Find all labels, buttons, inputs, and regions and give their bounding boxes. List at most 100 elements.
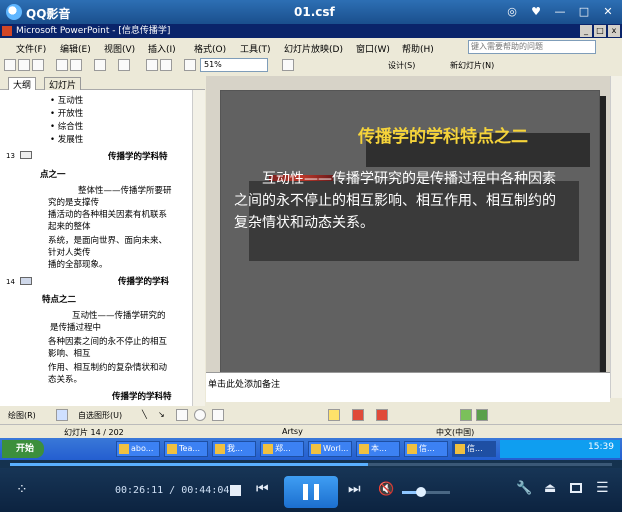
status-slide-info: 幻灯片 14 / 202 <box>64 428 124 437</box>
oval-icon <box>194 409 206 421</box>
menu-icon[interactable]: ☰ <box>596 480 609 496</box>
open-icon <box>18 59 30 71</box>
cut-icon <box>94 59 106 71</box>
screen-icon[interactable] <box>570 483 582 493</box>
outline-slide-title: 传播学的学科特 <box>108 152 168 162</box>
pause-icon-bar <box>314 484 319 500</box>
slide-title: 传播学的学科特点之二 <box>358 127 528 147</box>
menu-file: 文件(F) <box>16 45 47 55</box>
menu-window: 窗口(W) <box>356 45 390 55</box>
powerpoint-icon <box>2 26 12 36</box>
outline-text: 整体性——传播学所要研 <box>78 186 172 196</box>
outline-text: 是传播过程中 <box>50 323 102 333</box>
pause-icon <box>303 484 308 500</box>
outline-slide-title: 特点之二 <box>42 295 77 305</box>
time-display: 00:26:11 / 00:44:04 <box>115 485 230 496</box>
font-color-icon <box>376 409 388 421</box>
maximize-icon[interactable]: □ <box>576 4 592 20</box>
slide-thumbnail-icon <box>20 277 32 285</box>
line-color-icon <box>352 409 364 421</box>
menu-format: 格式(O) <box>194 45 227 55</box>
drawing-toolbar: 绘图(R) 自选图形(U) ╲ ↘ <box>0 406 622 424</box>
video-frame: Microsoft PowerPoint - [信息传播学] _ □ x 文件(… <box>0 24 622 460</box>
stop-icon[interactable] <box>230 485 241 496</box>
wrench-icon[interactable]: 🔧 <box>516 481 532 496</box>
taskbar-item: 郑... <box>260 441 304 457</box>
player-file-name: 01.csf <box>294 5 335 19</box>
ppt-title-bar: Microsoft PowerPoint - [信息传播学] _ □ x <box>0 24 622 38</box>
arrow-icon: ↘ <box>158 410 165 419</box>
outline-slide-title: 传播学的学科 <box>118 277 170 287</box>
minimize-icon[interactable]: — <box>552 4 568 20</box>
outline-text: 态关系。 <box>48 375 83 385</box>
help-icon <box>282 59 294 71</box>
feet-icon[interactable]: ⁘ <box>16 482 28 498</box>
outline-text: 起来的整体 <box>48 222 91 232</box>
seek-bar[interactable] <box>10 463 612 466</box>
eject-icon[interactable]: ⏏ <box>544 481 556 496</box>
outline-bullet: • 综合性 <box>50 122 84 132</box>
draw-menu: 绘图(R) <box>8 411 36 420</box>
close-icon[interactable]: ✕ <box>600 4 616 20</box>
slide-scrollbar <box>610 76 622 398</box>
outline-tabs: 大纲 幻灯片 <box>0 76 205 91</box>
new-slide-button: 新幻灯片(N) <box>450 61 495 70</box>
chat-icon[interactable]: ◎ <box>504 4 520 20</box>
help-search-box: 键入需要帮助的问题 <box>468 40 596 54</box>
tab-outline: 大纲 <box>8 77 37 91</box>
notes-pane: 单击此处添加备注 <box>206 372 610 402</box>
status-design: Artsy <box>282 427 303 436</box>
next-icon[interactable]: ⏭ <box>348 481 361 497</box>
slide-number: 13 <box>6 152 15 160</box>
outline-slide-title: 传播学的学科特 <box>112 392 172 402</box>
line-icon: ╲ <box>142 410 147 419</box>
table-icon <box>160 59 172 71</box>
outline-text: 究的是支撑传 <box>48 198 100 208</box>
chart-icon <box>146 59 158 71</box>
tab-slides: 幻灯片 <box>44 77 82 91</box>
outline-bullet: • 发展性 <box>50 135 84 145</box>
slide-number: 14 <box>6 278 15 286</box>
player-controls: ⁘ 00:26:11 / 00:44:04 ⏮ ⏭ 🔇 🔧 ⏏ ☰ <box>0 468 622 512</box>
menu-slideshow: 幻灯片放映(D) <box>284 45 343 55</box>
volume-muted-icon[interactable]: 🔇 <box>378 482 394 497</box>
grid-icon <box>184 59 196 71</box>
ppt-menu-bar: 文件(F) 编辑(E) 视图(V) 插入(I) 格式(O) 工具(T) 幻灯片放… <box>0 38 622 56</box>
volume-knob[interactable] <box>416 487 427 497</box>
taskbar-item: Tea... <box>164 441 208 457</box>
prev-icon[interactable]: ⏮ <box>256 481 269 497</box>
windows-taskbar: 开始 abo... Tea... 我... 郑... Worl... 本... … <box>0 438 622 460</box>
taskbar-item: Worl... <box>308 441 352 457</box>
taskbar-item: 本... <box>356 441 400 457</box>
ppt-status-bar: 幻灯片 14 / 202 Artsy 中文(中国) <box>0 424 622 438</box>
taskbar-item: 信... <box>404 441 448 457</box>
fill-color-icon <box>328 409 340 421</box>
slide-pane: 传播学的学科特点之二 互动性——传播学研究的是传播过程中各种因素之间的永不停止的… <box>206 76 610 398</box>
pause-button[interactable] <box>284 476 338 508</box>
outline-bullet: • 互动性 <box>50 96 84 106</box>
status-language: 中文(中国) <box>436 428 475 437</box>
ppt-window-title: Microsoft PowerPoint - [信息传播学] <box>16 26 171 36</box>
outline-pane: • 互动性 • 开放性 • 综合性 • 发展性 13 传播学的学科特 点之一 整… <box>0 90 205 414</box>
menu-edit: 编辑(E) <box>60 45 91 55</box>
skin-icon[interactable]: ♥ <box>528 4 544 20</box>
shadow-icon <box>460 409 472 421</box>
screen: QQ影音 01.csf ◎ ♥ — □ ✕ Microsoft PowerPoi… <box>0 0 622 512</box>
outline-scrollbar <box>192 90 205 414</box>
menu-tools: 工具(T) <box>240 45 271 55</box>
menu-view: 视图(V) <box>104 45 136 55</box>
taskbar-item: abo... <box>116 441 160 457</box>
seek-area <box>0 460 622 468</box>
outline-text: 作用、相互制约的复杂情状和动 <box>48 363 168 373</box>
player-title-bar[interactable]: QQ影音 01.csf ◎ ♥ — □ ✕ <box>0 0 622 24</box>
seek-progress <box>10 463 368 466</box>
print-icon <box>56 59 68 71</box>
taskbar-item: 我... <box>212 441 256 457</box>
ppt-minimize-icon: _ <box>580 25 592 37</box>
menu-insert: 插入(I) <box>148 45 176 55</box>
qq-player-logo-icon <box>6 4 22 20</box>
outline-text: 播的全部现象。 <box>48 260 108 270</box>
start-button: 开始 <box>2 440 44 458</box>
taskbar-clock: 15:39 <box>588 442 614 452</box>
new-icon <box>4 59 16 71</box>
